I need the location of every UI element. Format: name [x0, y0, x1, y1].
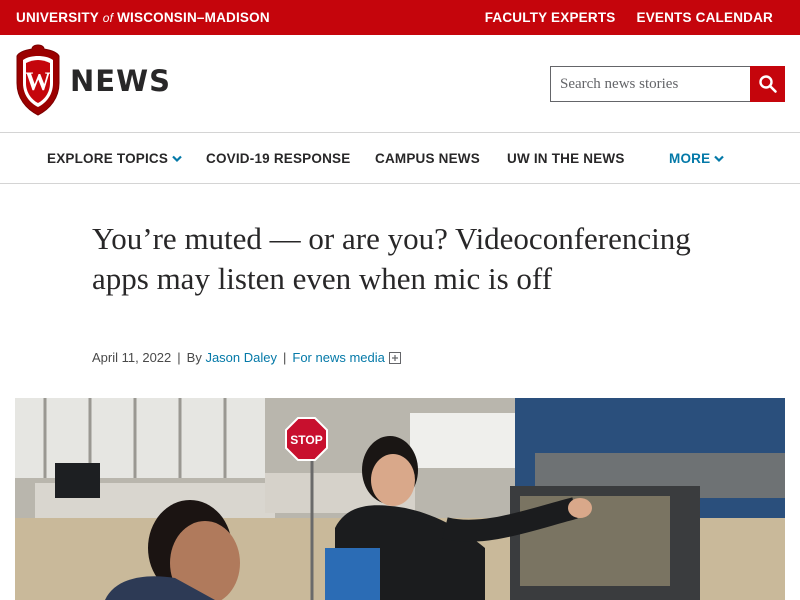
chevron-down-icon: [714, 155, 725, 162]
article-byline: April 11, 2022 | By Jason Daley | For ne…: [92, 350, 401, 365]
utility-links: FACULTY EXPERTS EVENTS CALENDAR: [485, 10, 773, 25]
search-form: [550, 66, 785, 102]
site-header: W NEWS: [0, 35, 800, 133]
lab-scene-image: STOP: [15, 398, 785, 600]
nav-uw-in-the-news[interactable]: UW IN THE NEWS: [507, 151, 625, 166]
university-home-link[interactable]: UNIVERSITY of WISCONSIN–MADISON: [16, 10, 270, 25]
article-headline: You’re muted — or are you? Videoconferen…: [92, 221, 691, 296]
article-date: April 11, 2022: [92, 350, 172, 365]
nav-explore-topics[interactable]: EXPLORE TOPICS: [47, 151, 182, 166]
byline-separator: |: [177, 350, 181, 365]
expand-plus-icon[interactable]: [388, 351, 401, 364]
university-of: of: [102, 11, 114, 25]
article-hero-photo: STOP: [15, 398, 785, 600]
search-icon: [758, 75, 777, 93]
byline-separator: |: [283, 350, 287, 365]
nav-covid-19-response[interactable]: COVID-19 RESPONSE: [206, 151, 350, 166]
site-title[interactable]: NEWS: [70, 64, 171, 98]
byline-by: By: [186, 350, 202, 365]
faculty-experts-link[interactable]: FACULTY EXPERTS: [485, 10, 616, 25]
main-navigation: EXPLORE TOPICS COVID-19 RESPONSE CAMPUS …: [0, 133, 800, 184]
nav-explore-topics-label: EXPLORE TOPICS: [47, 151, 169, 166]
author-link[interactable]: Jason Daley: [205, 350, 277, 365]
search-button[interactable]: [750, 66, 785, 102]
university-suffix: WISCONSIN–MADISON: [117, 10, 270, 25]
news-media-link[interactable]: For news media: [292, 350, 384, 365]
nav-campus-news[interactable]: CAMPUS NEWS: [375, 151, 480, 166]
stop-sign-text: STOP: [290, 433, 322, 447]
uw-crest-icon[interactable]: W: [14, 43, 62, 117]
search-input[interactable]: [550, 66, 750, 102]
crest-letter: W: [25, 67, 51, 96]
nav-more-label: MORE: [669, 151, 711, 166]
top-utility-bar: UNIVERSITY of WISCONSIN–MADISON FACULTY …: [0, 0, 800, 35]
nav-more[interactable]: MORE: [669, 151, 725, 166]
university-prefix: UNIVERSITY: [16, 10, 99, 25]
events-calendar-link[interactable]: EVENTS CALENDAR: [636, 10, 773, 25]
chevron-down-icon: [172, 155, 182, 162]
